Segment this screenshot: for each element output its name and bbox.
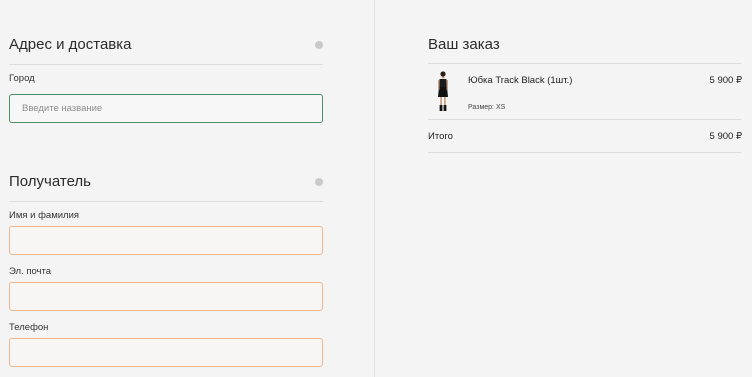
email-input[interactable] <box>9 282 323 311</box>
product-thumbnail[interactable] <box>436 70 450 112</box>
recipient-section-header: Получатель <box>9 173 323 202</box>
status-dot-icon <box>315 178 323 186</box>
order-title: Ваш заказ <box>428 36 500 53</box>
total-value: 5 900 ₽ <box>709 131 742 142</box>
full-name-input[interactable] <box>9 226 323 255</box>
order-item-name: Юбка Track Black (1шт.) <box>468 75 573 86</box>
phone-label: Телефон <box>9 322 49 333</box>
name-label: Имя и фамилия <box>9 210 80 221</box>
email-label: Эл. почта <box>9 266 52 277</box>
divider <box>428 152 741 153</box>
city-label: Город <box>9 73 35 84</box>
recipient-section-title: Получатель <box>9 173 91 190</box>
total-label: Итого <box>428 131 453 142</box>
order-item-size: Размер: XS <box>468 104 506 111</box>
divider <box>428 63 741 64</box>
divider <box>428 119 741 120</box>
order-item-price: 5 900 ₽ <box>709 75 742 86</box>
status-dot-icon <box>315 41 323 49</box>
phone-input[interactable] <box>9 338 323 367</box>
address-section-title: Адрес и доставка <box>9 36 132 53</box>
city-input[interactable] <box>9 94 323 123</box>
address-section-header: Адрес и доставка <box>9 36 323 65</box>
order-summary-panel: Ваш заказ Юбка Track Black (1шт.) 5 900 … <box>375 0 752 377</box>
checkout-form-panel: Адрес и доставка Город Получатель Имя и … <box>0 0 374 377</box>
